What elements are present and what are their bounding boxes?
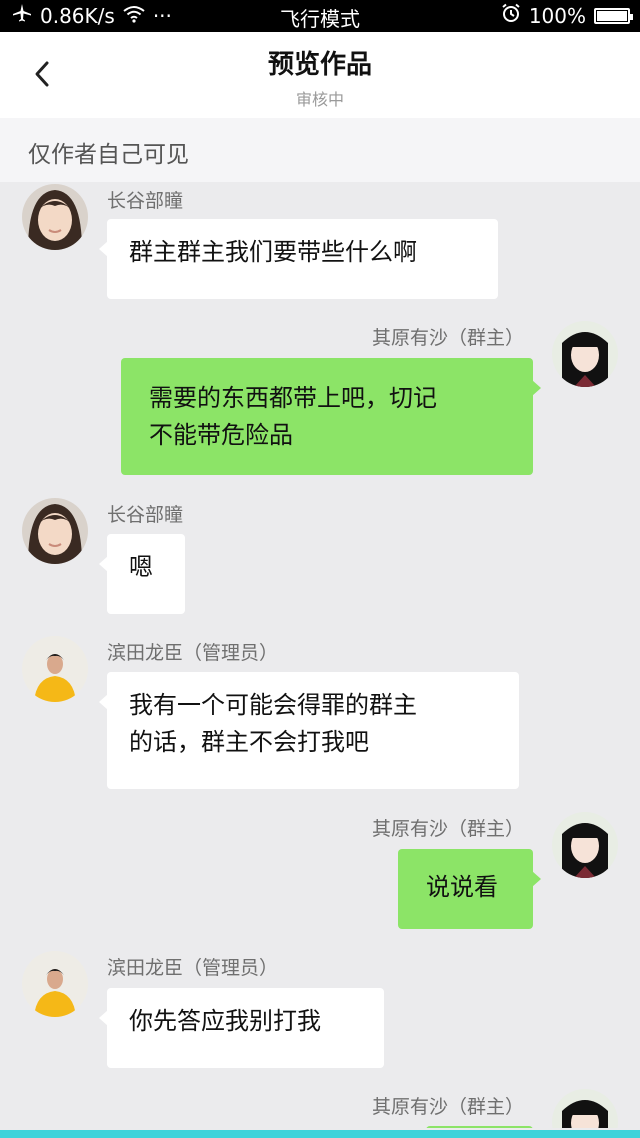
message-bubble[interactable]: 群主群主我们要带些什么啊 (99, 219, 498, 299)
review-status: 审核中 (295, 90, 344, 109)
girl-black-hair-avatar[interactable] (552, 1089, 618, 1128)
preview-header: 预览作品 审核中 (0, 32, 640, 118)
sender-name: 其原有沙（群主） (371, 818, 524, 840)
girl-black-hair-avatar[interactable] (552, 321, 618, 387)
status-right: 100% (501, 3, 633, 28)
sender-name: 滨田龙臣（管理员） (107, 642, 279, 664)
sender-name: 滨田龙臣（管理员） (107, 957, 279, 979)
message-bubble[interactable]: 说说看 (398, 849, 541, 929)
woman-short-hair-avatar[interactable] (22, 498, 88, 564)
visibility-notice: 仅作者自己可见 (0, 118, 640, 182)
message-bubble[interactable]: 我有一个可能会得罪的群主 的话，群主不会打我吧 (99, 672, 519, 789)
status-bar: 0.86K/s ··· 飞行模式 100% (0, 0, 640, 32)
woman-short-hair-avatar[interactable] (22, 184, 88, 250)
message-bubble[interactable] (426, 1126, 533, 1128)
message-bubble[interactable]: 嗯 (99, 534, 185, 614)
sender-name: 长谷部瞳 (107, 190, 184, 212)
battery-icon (594, 7, 633, 24)
sender-name: 其原有沙（群主） (371, 1096, 524, 1118)
girl-black-hair-avatar[interactable] (552, 812, 618, 878)
sender-name: 长谷部瞳 (107, 504, 184, 526)
message-bubble[interactable]: 需要的东西都带上吧，切记 不能带危险品 (121, 358, 541, 475)
bottom-accent-bar (0, 1130, 640, 1138)
chat-list[interactable]: 长谷部瞳 群主群主我们要带些什么啊 其原有沙（群主） 需要的东西都带上吧，切记 … (0, 182, 640, 1128)
man-yellow-shirt-avatar[interactable] (22, 951, 88, 1017)
battery-percent: 100% (528, 3, 586, 28)
page-title: 预览作品 (267, 50, 372, 80)
alarm-icon (501, 3, 521, 28)
man-yellow-shirt-avatar[interactable] (22, 636, 88, 702)
message-bubble[interactable]: 你先答应我别打我 (99, 988, 384, 1068)
sender-name: 其原有沙（群主） (371, 327, 524, 349)
